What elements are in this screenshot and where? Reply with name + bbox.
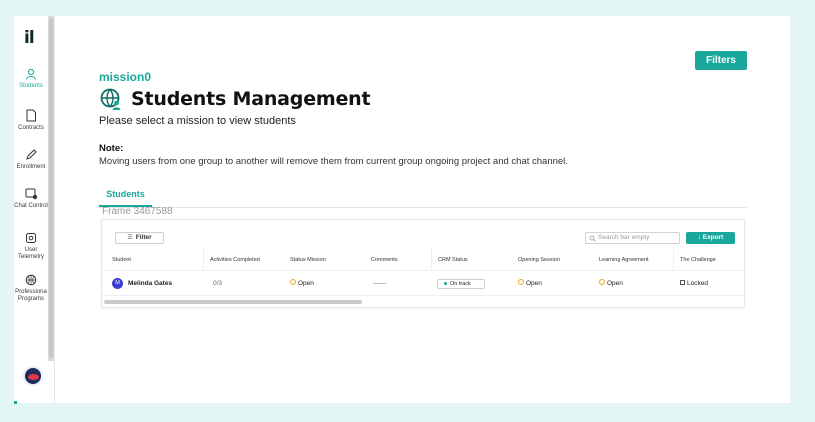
activities-cell: 0/3: [213, 280, 223, 287]
challenge-value: Locked: [687, 280, 708, 287]
column-header[interactable]: Comments: [371, 249, 398, 271]
sidebar-item-label: Contracts: [18, 125, 44, 131]
column-header[interactable]: Learning Agreement: [599, 249, 649, 271]
page-title: Students Management: [131, 88, 371, 110]
table-horizontal-scrollbar[interactable]: [104, 300, 362, 304]
column-header[interactable]: CRM Status: [431, 249, 468, 271]
user-icon: [26, 68, 36, 80]
status-mission-value: Open: [298, 280, 314, 287]
globe-user-icon: [100, 88, 121, 110]
student-name[interactable]: Melinda Gates: [128, 280, 172, 287]
accent-marker: [14, 401, 17, 404]
sidebar-item-students[interactable]: Students: [14, 68, 48, 90]
table-row[interactable]: M Melinda Gates 0/3 Open ------ On track …: [102, 271, 746, 296]
chat-gear-icon: [25, 188, 37, 200]
opening-session-cell: Open: [518, 271, 542, 296]
clock-icon: [290, 279, 296, 286]
learning-agreement-value: Open: [607, 280, 623, 287]
export-label: Export: [702, 234, 724, 241]
note-heading: Note:: [99, 143, 124, 154]
student-avatar: M: [112, 278, 123, 289]
sidebar-item-label: Professiona Programs: [15, 289, 47, 302]
frame-label: Frame 3467588: [102, 206, 173, 217]
sidebar-item-user-telemetry[interactable]: User Telemetry: [14, 232, 48, 261]
tab-divider: [99, 207, 747, 208]
search-input[interactable]: Search bar empty: [585, 232, 680, 244]
sidebar-scrollbar-thumb[interactable]: [49, 18, 53, 358]
student-cell: M Melinda Gates: [112, 271, 172, 296]
column-header[interactable]: Status Mission: [290, 249, 326, 271]
table-header: Student Activities Completed Status Miss…: [102, 249, 746, 271]
clock-icon: [599, 279, 605, 286]
export-button[interactable]: ↓ Export: [686, 232, 735, 244]
basketball-icon: [25, 274, 37, 286]
column-header[interactable]: The Challenge: [673, 249, 716, 271]
filter-button[interactable]: ☰ Filter: [115, 232, 164, 244]
sidebar-item-label: Chat Control: [14, 203, 48, 209]
telemetry-icon: [26, 233, 36, 243]
sidebar-item-professional-programs[interactable]: Professiona Programs: [14, 274, 48, 303]
students-table-card: ☰ Filter Search bar empty ↓ Export Studen…: [101, 219, 746, 308]
app-window: il Students Contracts Enrollment Chat Co…: [14, 16, 790, 404]
note-text: Moving users from one group to another w…: [99, 156, 568, 167]
crm-status-value: On track: [450, 281, 471, 287]
page-title-row: Students Management: [99, 87, 371, 111]
lock-icon: [680, 279, 685, 285]
tab-students[interactable]: Students: [99, 189, 152, 207]
column-header[interactable]: Student: [112, 249, 131, 271]
download-icon: ↓: [697, 234, 701, 241]
filters-button[interactable]: Filters: [695, 51, 747, 70]
crm-status-cell: On track: [437, 271, 485, 296]
search-placeholder: Search bar empty: [598, 234, 650, 241]
challenge-cell: Locked: [680, 271, 708, 296]
column-header[interactable]: Opening Session: [518, 249, 560, 271]
filter-label: Filter: [135, 234, 152, 241]
crm-status-chip[interactable]: On track: [437, 279, 485, 289]
user-avatar[interactable]: [23, 366, 43, 386]
document-icon: [26, 109, 36, 122]
pen-icon: [26, 149, 37, 160]
menu-icon: ☰: [127, 235, 133, 241]
column-header[interactable]: Activities Completed: [203, 249, 260, 271]
status-dot-icon: [444, 282, 447, 286]
sidebar-item-label: User Telemetry: [17, 247, 44, 260]
status-mission-cell: Open: [290, 271, 314, 296]
sidebar-item-contracts[interactable]: Contracts: [14, 109, 48, 132]
opening-session-value: Open: [526, 280, 542, 287]
page-subtitle: Please select a mission to view students: [99, 115, 296, 127]
search-icon: [589, 235, 596, 242]
mission-name: mission0: [99, 70, 152, 84]
sidebar-item-chat-control[interactable]: Chat Control: [14, 188, 48, 210]
learning-agreement-cell: Open: [599, 271, 623, 296]
comments-cell: ------: [373, 280, 386, 287]
clock-icon: [518, 279, 524, 286]
app-logo: il: [24, 28, 35, 48]
sidebar-item-enrollment[interactable]: Enrollment: [14, 149, 48, 171]
sidebar-item-label: Enrollment: [16, 164, 46, 170]
sidebar-item-label: Students: [19, 83, 43, 89]
